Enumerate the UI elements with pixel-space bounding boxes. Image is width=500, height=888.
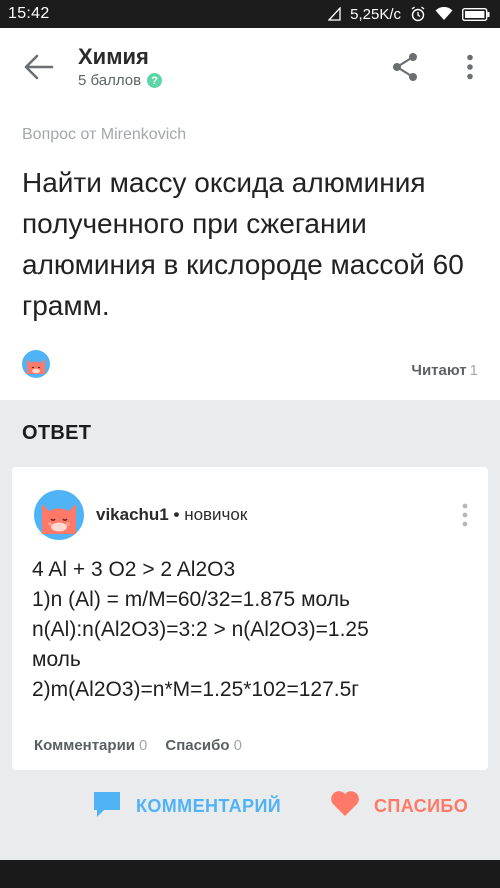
- page-title: Химия: [78, 44, 149, 69]
- readers-label: Читают: [411, 362, 467, 379]
- comments-label: Комментарии: [34, 737, 136, 754]
- author-rank: новичок: [184, 505, 248, 524]
- answer-card: vikachu1 • новичок 4 Al + 3 O2 > 2 Al2O3…: [12, 467, 488, 770]
- system-nav-bar: [0, 860, 500, 888]
- comments-count: 0: [139, 737, 148, 754]
- comment-button-label: КОММЕНТАРИЙ: [136, 796, 282, 816]
- app-bar: Химия 5 баллов ?: [0, 28, 500, 106]
- thanks-button-label: СПАСИБО: [374, 795, 469, 816]
- status-time: 15:42: [8, 5, 50, 22]
- heart-icon: [330, 790, 360, 822]
- readers-counter: Читают 1: [411, 362, 478, 379]
- status-icons: 5,25K/c: [328, 6, 490, 23]
- answer-line: 4 Al + 3 O2 > 2 Al2O3: [32, 558, 236, 581]
- answer-line: 1)n (Al) = m/M=60/32=1.875 моль: [32, 588, 350, 611]
- answer-more-icon[interactable]: [460, 503, 470, 527]
- author-username[interactable]: vikachu1: [96, 505, 169, 524]
- rank-separator: •: [173, 505, 180, 524]
- alarm-icon: [410, 6, 426, 22]
- question-text: Найти массу оксида алюминия полученного …: [22, 167, 464, 321]
- answer-actions: КОММЕНТАРИЙ СПАСИБО: [0, 770, 500, 860]
- comment-icon: [92, 790, 122, 823]
- reader-avatar[interactable]: [22, 350, 50, 378]
- points-row: 5 баллов ?: [78, 72, 163, 89]
- comment-button[interactable]: КОММЕНТАРИЙ: [92, 790, 281, 823]
- thanks-count: 0: [233, 737, 242, 754]
- answer-line: n(Al):n(Al2O3)=3:2 > n(Al2O3)=1.25: [32, 618, 369, 641]
- thanks-button[interactable]: СПАСИБО: [330, 790, 468, 822]
- battery-icon: [462, 7, 490, 21]
- network-speed: 5,25K/c: [350, 5, 401, 23]
- author-name-row: vikachu1 • новичок: [96, 505, 247, 525]
- answer-text: 4 Al + 3 O2 > 2 Al2O3 1)n (Al) = m/M=60/…: [32, 555, 472, 705]
- answer-section-title: ОТВЕТ: [22, 422, 92, 444]
- help-icon[interactable]: ?: [147, 73, 163, 88]
- question-card: Вопрос от Mirenkovich Найти массу оксида…: [0, 106, 500, 400]
- answer-meta: Комментарии 0 Спасибо 0: [34, 737, 242, 754]
- author-avatar[interactable]: [34, 490, 84, 540]
- thanks-label: Спасибо: [165, 737, 230, 754]
- question-author[interactable]: Вопрос от Mirenkovich: [22, 126, 186, 144]
- back-arrow-icon[interactable]: [24, 54, 54, 80]
- subject-header: Химия 5 баллов ?: [78, 44, 163, 89]
- readers-count: 1: [469, 362, 478, 379]
- answer-line: моль: [32, 648, 81, 671]
- points-label: 5 баллов: [78, 72, 142, 89]
- wifi-icon: [435, 7, 453, 21]
- share-icon[interactable]: [391, 52, 419, 82]
- answer-line: 2)m(Al2O3)=n*M=1.25*102=127.5г: [32, 678, 359, 701]
- thanks-counter: Спасибо 0: [165, 737, 242, 754]
- comments-counter[interactable]: Комментарии 0: [34, 737, 147, 754]
- more-vertical-icon[interactable]: [462, 54, 478, 80]
- status-bar: 15:42 5,25K/c: [0, 0, 500, 28]
- sim-empty-icon: [328, 7, 341, 21]
